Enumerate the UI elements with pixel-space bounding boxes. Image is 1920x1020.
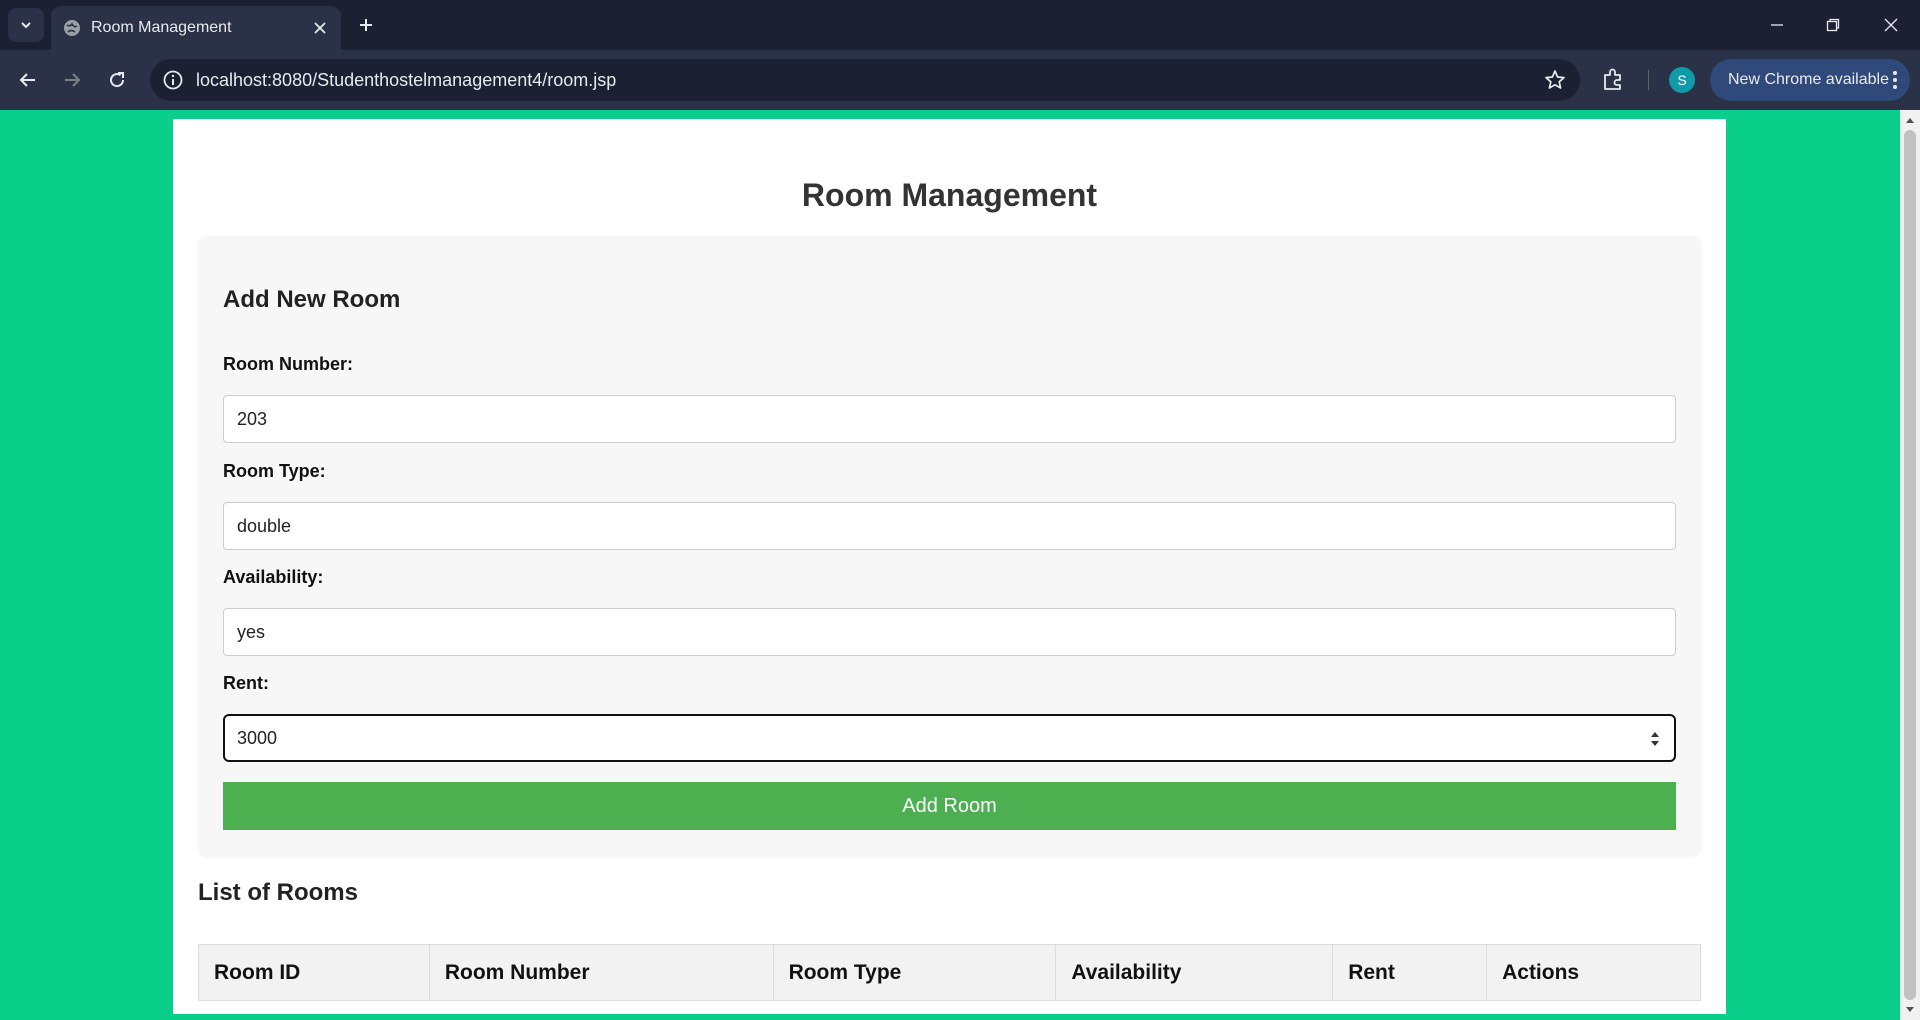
window-close-button[interactable] [1871, 10, 1911, 40]
update-label: New Chrome available [1728, 71, 1889, 88]
more-vert-icon [1893, 71, 1897, 89]
main-container: Room Management Add New Room Room Number… [173, 119, 1726, 1014]
rent-label: Rent: [223, 673, 269, 693]
room-list-heading: List of Rooms [198, 879, 358, 906]
back-button[interactable] [13, 65, 43, 95]
profile-avatar[interactable]: S [1669, 67, 1695, 93]
browser-tab-strip: Room Management [0, 0, 1920, 50]
tab-title: Room Management [91, 19, 232, 36]
room-type-input[interactable]: double [223, 502, 1676, 550]
arrow-left-icon [19, 73, 35, 87]
room-number-value: 203 [237, 408, 268, 429]
toolbar-separator [1648, 70, 1649, 90]
add-room-button[interactable]: Add Room [223, 782, 1676, 830]
availability-label: Availability: [223, 567, 324, 587]
minimize-icon [1771, 24, 1783, 26]
availability-value: yes [237, 621, 266, 642]
chevron-down-icon [21, 22, 31, 29]
form-heading: Add New Room [223, 286, 401, 313]
reload-icon [110, 72, 125, 88]
plus-icon [360, 19, 372, 31]
arrow-right-icon [65, 73, 81, 87]
tab-search-button[interactable] [8, 8, 44, 42]
column-header: Room Type [772, 944, 1057, 1001]
minimize-button[interactable] [1757, 10, 1797, 40]
tab-close-button[interactable] [309, 17, 331, 39]
room-type-value: double [237, 515, 292, 536]
rooms-table: Room ID Room Number Room Type Availabili… [198, 944, 1701, 1001]
column-header: Availability [1055, 944, 1334, 1001]
add-room-form: Add New Room Room Number: 203 Room Type:… [198, 236, 1701, 856]
reload-button[interactable] [102, 65, 132, 95]
info-icon[interactable] [162, 69, 184, 91]
browser-tab[interactable]: Room Management [51, 6, 341, 50]
star-icon[interactable] [1544, 69, 1566, 91]
close-icon [314, 22, 326, 34]
address-bar[interactable]: localhost:8080/Studenthostelmanagement4/… [150, 59, 1580, 101]
rent-value: 3000 [237, 727, 278, 748]
scroll-thumb[interactable] [1904, 130, 1916, 1000]
column-header: Rent [1332, 944, 1488, 1001]
number-spinner-icon[interactable] [1648, 729, 1662, 749]
url-text[interactable]: localhost:8080/Studenthostelmanagement4/… [196, 70, 616, 91]
forward-button[interactable] [57, 65, 87, 95]
chrome-update-button[interactable]: New Chrome available [1710, 59, 1910, 101]
column-header: Room ID [198, 944, 430, 1001]
room-type-label: Room Type: [223, 461, 326, 481]
close-icon [1884, 18, 1898, 32]
scroll-down-icon[interactable] [1905, 1006, 1915, 1014]
column-header: Room Number [428, 944, 774, 1001]
extensions-icon[interactable] [1600, 67, 1626, 93]
scroll-up-icon[interactable] [1905, 116, 1915, 124]
room-number-label: Room Number: [223, 354, 353, 374]
new-tab-button[interactable] [352, 11, 380, 39]
page-title: Room Management [801, 177, 1098, 213]
column-header: Actions [1486, 944, 1701, 1001]
table-header-row: Room ID Room Number Room Type Availabili… [198, 944, 1701, 1001]
restore-icon [1826, 18, 1840, 32]
page-scrollbar[interactable] [1900, 110, 1920, 1020]
browser-toolbar: localhost:8080/Studenthostelmanagement4/… [0, 50, 1920, 110]
room-number-input[interactable]: 203 [223, 395, 1676, 443]
restore-button[interactable] [1813, 10, 1853, 40]
rent-input[interactable]: 3000 [223, 714, 1676, 762]
availability-input[interactable]: yes [223, 608, 1676, 656]
page-viewport: Room Management Add New Room Room Number… [0, 110, 1900, 1020]
globe-icon [64, 20, 80, 36]
